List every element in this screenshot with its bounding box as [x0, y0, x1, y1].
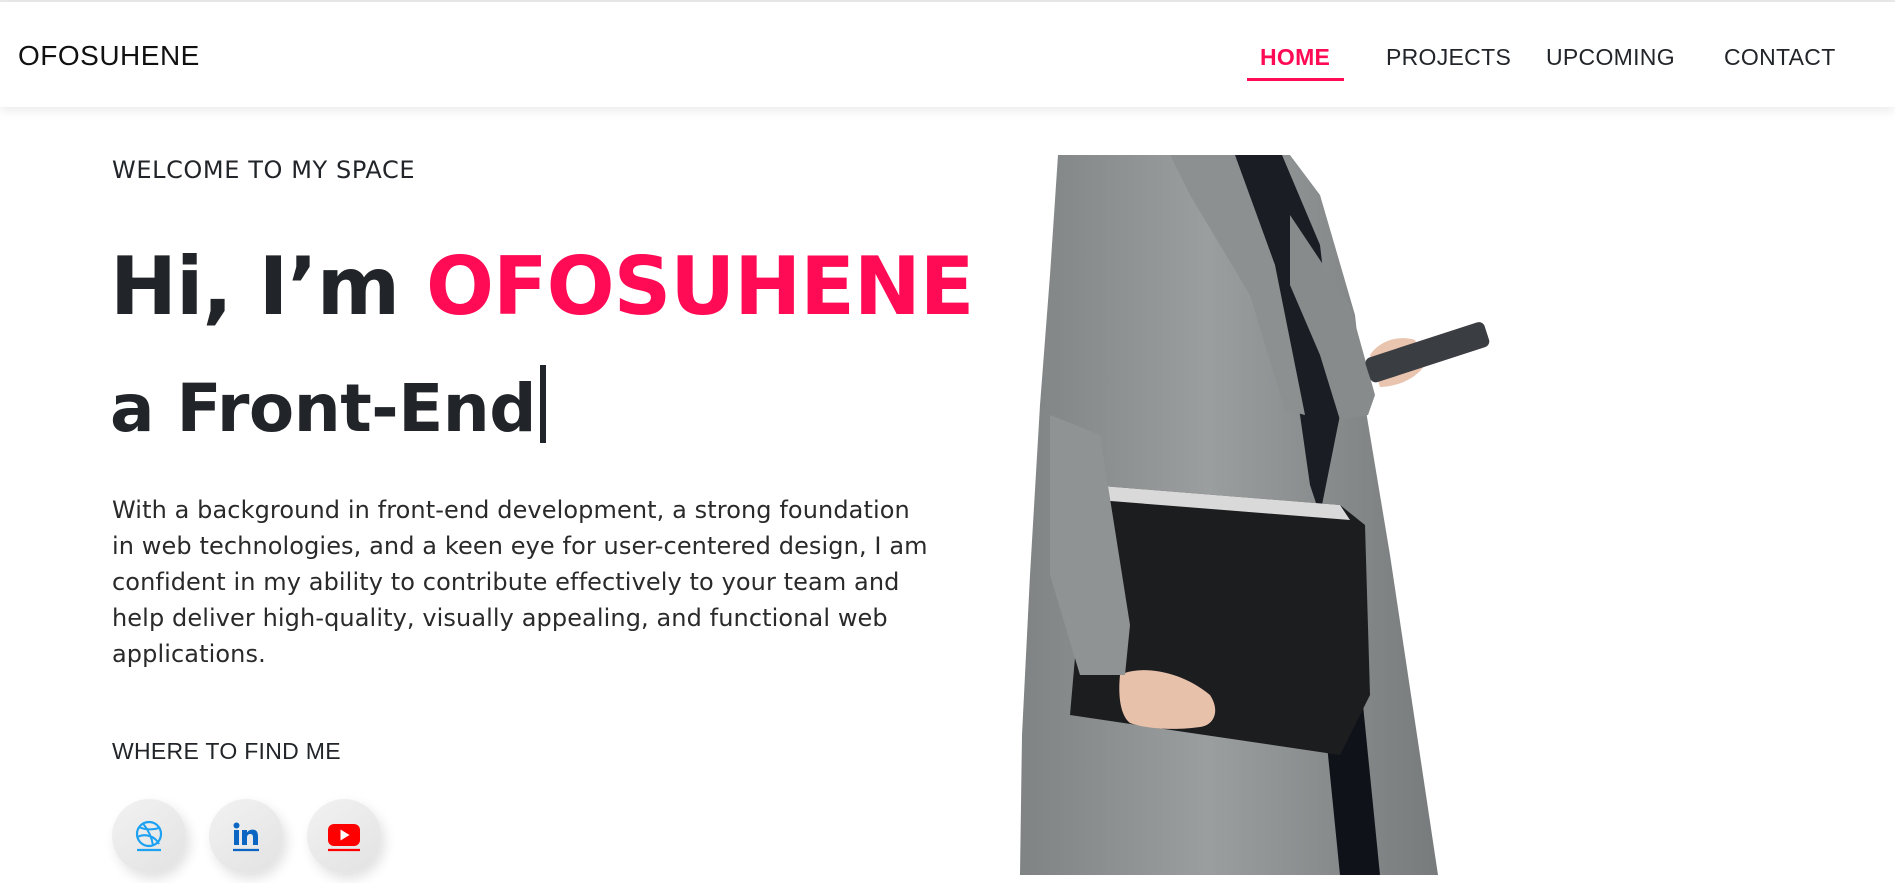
hero-greeting: Hi, I’m [110, 240, 400, 333]
nav-contact-link[interactable]: CONTACT [1724, 44, 1836, 71]
person-with-phone-and-folder-image [1020, 155, 1490, 875]
bio-paragraph: With a background in front-end developme… [112, 496, 928, 668]
typing-cursor [540, 365, 547, 443]
social-links [112, 799, 402, 875]
nav-active-underline [1247, 78, 1344, 81]
navbar: OFOSUHENE HOME PROJECTS UPCOMING CONTACT [0, 2, 1895, 107]
nav-upcoming-link[interactable]: UPCOMING [1546, 44, 1675, 71]
hero-typed-subtitle: a Front-End [110, 365, 547, 447]
nav-projects-link[interactable]: PROJECTS [1386, 44, 1511, 71]
typed-text: a Front-End [110, 370, 537, 447]
nav-home-link[interactable]: HOME [1260, 44, 1330, 71]
dribbble-link[interactable] [112, 799, 186, 873]
hero-photo [1020, 155, 1495, 875]
youtube-link[interactable] [307, 799, 381, 873]
welcome-heading: WELCOME TO MY SPACE [112, 156, 416, 184]
hero-title: Hi, I’m OFOSUHENE [110, 240, 974, 333]
dribbble-icon [135, 820, 163, 852]
brand-logo[interactable]: OFOSUHENE [18, 40, 200, 72]
hero-name: OFOSUHENE [426, 240, 974, 333]
linkedin-icon [233, 822, 259, 852]
linkedin-link[interactable] [209, 799, 283, 873]
youtube-icon [328, 824, 360, 852]
find-me-heading: WHERE TO FIND ME [112, 738, 341, 764]
